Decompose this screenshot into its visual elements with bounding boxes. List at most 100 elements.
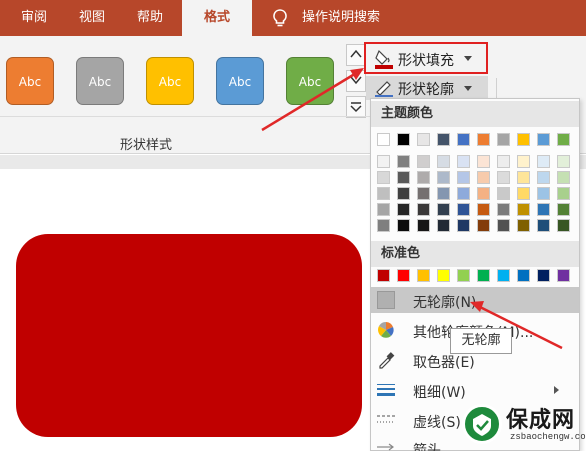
shape-style-green[interactable]: Abc bbox=[286, 57, 334, 105]
shape-style-blue[interactable]: Abc bbox=[216, 57, 264, 105]
standard-color-swatch[interactable] bbox=[377, 269, 390, 282]
gallery-scroll-up-button[interactable] bbox=[346, 44, 366, 66]
theme-shade-swatch[interactable] bbox=[397, 187, 410, 200]
theme-shade-swatch[interactable] bbox=[417, 203, 430, 216]
theme-shade-swatch[interactable] bbox=[517, 219, 530, 232]
shape-outline-button[interactable]: 形状轮廓 bbox=[366, 76, 488, 100]
theme-shade-swatch[interactable] bbox=[377, 171, 390, 184]
theme-shade-swatch[interactable] bbox=[437, 219, 450, 232]
theme-shade-swatch[interactable] bbox=[457, 187, 470, 200]
shape-style-gray[interactable]: Abc bbox=[76, 57, 124, 105]
theme-color-swatch[interactable] bbox=[417, 133, 430, 146]
standard-color-swatch[interactable] bbox=[397, 269, 410, 282]
tab-help[interactable]: 帮助 bbox=[124, 0, 176, 36]
tell-me-search[interactable]: 操作说明搜索 bbox=[302, 0, 402, 36]
theme-shade-swatch[interactable] bbox=[557, 171, 570, 184]
theme-shade-swatch[interactable] bbox=[537, 203, 550, 216]
theme-shade-swatch[interactable] bbox=[397, 203, 410, 216]
theme-shade-swatch[interactable] bbox=[497, 219, 510, 232]
theme-shade-swatch[interactable] bbox=[457, 203, 470, 216]
theme-shade-swatch[interactable] bbox=[497, 203, 510, 216]
theme-shade-swatch[interactable] bbox=[537, 155, 550, 168]
theme-color-swatch[interactable] bbox=[457, 133, 470, 146]
theme-shade-swatch[interactable] bbox=[497, 155, 510, 168]
menu-item-label: 虚线(S) bbox=[413, 415, 461, 431]
standard-color-swatch[interactable] bbox=[517, 269, 530, 282]
theme-shade-swatch[interactable] bbox=[437, 203, 450, 216]
standard-color-swatch[interactable] bbox=[537, 269, 550, 282]
rounded-rectangle-shape[interactable] bbox=[16, 234, 362, 437]
theme-shade-swatch[interactable] bbox=[457, 171, 470, 184]
menu-item-label: 取色器(E) bbox=[413, 355, 475, 371]
theme-color-swatch[interactable] bbox=[557, 133, 570, 146]
theme-shade-swatch[interactable] bbox=[477, 155, 490, 168]
theme-shade-swatch[interactable] bbox=[497, 171, 510, 184]
theme-shade-swatch[interactable] bbox=[377, 187, 390, 200]
theme-shade-swatch[interactable] bbox=[557, 155, 570, 168]
theme-shade-swatch[interactable] bbox=[417, 155, 430, 168]
theme-shade-swatch[interactable] bbox=[497, 187, 510, 200]
theme-shade-swatch[interactable] bbox=[377, 203, 390, 216]
theme-shade-swatch[interactable] bbox=[477, 203, 490, 216]
theme-shade-swatch[interactable] bbox=[417, 187, 430, 200]
theme-shade-swatch[interactable] bbox=[537, 187, 550, 200]
theme-color-swatch[interactable] bbox=[517, 133, 530, 146]
theme-shade-swatch[interactable] bbox=[397, 171, 410, 184]
standard-color-swatch[interactable] bbox=[477, 269, 490, 282]
theme-shade-swatch[interactable] bbox=[557, 187, 570, 200]
theme-shade-swatch[interactable] bbox=[477, 187, 490, 200]
shape-style-orange[interactable]: Abc bbox=[6, 57, 54, 105]
group-separator bbox=[0, 116, 370, 117]
shape-style-gold[interactable]: Abc bbox=[146, 57, 194, 105]
theme-shade-swatch[interactable] bbox=[457, 155, 470, 168]
theme-shade-swatch[interactable] bbox=[457, 219, 470, 232]
weight-lines-icon bbox=[377, 384, 395, 396]
standard-color-swatch[interactable] bbox=[437, 269, 450, 282]
theme-shade-swatch[interactable] bbox=[417, 219, 430, 232]
theme-color-swatch[interactable] bbox=[477, 133, 490, 146]
tab-view[interactable]: 视图 bbox=[66, 0, 118, 36]
theme-color-swatch[interactable] bbox=[437, 133, 450, 146]
gallery-more-button[interactable] bbox=[346, 96, 366, 118]
menu-item-label: 箭头 bbox=[413, 443, 441, 451]
chevron-up-icon bbox=[350, 49, 362, 58]
theme-shade-swatch[interactable] bbox=[557, 219, 570, 232]
lightbulb-icon[interactable] bbox=[270, 8, 290, 28]
theme-shade-swatch[interactable] bbox=[417, 171, 430, 184]
theme-color-swatch[interactable] bbox=[397, 133, 410, 146]
theme-shade-swatch[interactable] bbox=[397, 219, 410, 232]
theme-shade-swatch[interactable] bbox=[537, 219, 550, 232]
menu-item-label: 粗细(W) bbox=[413, 385, 466, 401]
tab-format[interactable]: 格式 bbox=[182, 0, 252, 36]
theme-shade-swatch[interactable] bbox=[537, 171, 550, 184]
watermark-logo-icon bbox=[462, 404, 502, 444]
theme-shade-swatch[interactable] bbox=[517, 187, 530, 200]
standard-color-swatch[interactable] bbox=[457, 269, 470, 282]
theme-shade-swatch[interactable] bbox=[377, 219, 390, 232]
theme-shade-swatch[interactable] bbox=[437, 171, 450, 184]
theme-color-swatch[interactable] bbox=[497, 133, 510, 146]
theme-shade-swatch[interactable] bbox=[437, 187, 450, 200]
theme-shade-swatch[interactable] bbox=[517, 203, 530, 216]
theme-shade-swatch[interactable] bbox=[517, 155, 530, 168]
theme-shade-swatch[interactable] bbox=[517, 171, 530, 184]
theme-shade-swatch[interactable] bbox=[477, 171, 490, 184]
theme-shade-swatch[interactable] bbox=[397, 155, 410, 168]
standard-color-swatch[interactable] bbox=[417, 269, 430, 282]
theme-shade-swatch[interactable] bbox=[477, 219, 490, 232]
theme-shade-swatch[interactable] bbox=[557, 203, 570, 216]
theme-shade-swatch[interactable] bbox=[377, 155, 390, 168]
standard-color-swatch[interactable] bbox=[557, 269, 570, 282]
tab-review[interactable]: 审阅 bbox=[8, 0, 60, 36]
standard-color-swatch[interactable] bbox=[497, 269, 510, 282]
shape-fill-button[interactable]: 形状填充 bbox=[364, 42, 488, 74]
menu-item-no-outline[interactable]: 无轮廓(N) bbox=[371, 287, 579, 313]
gallery-scroll-down-button[interactable] bbox=[346, 70, 366, 92]
chevron-down-icon bbox=[350, 76, 362, 85]
dropdown-caret-icon bbox=[464, 56, 472, 61]
theme-color-swatch[interactable] bbox=[377, 133, 390, 146]
theme-color-swatch[interactable] bbox=[537, 133, 550, 146]
theme-shade-swatch[interactable] bbox=[437, 155, 450, 168]
watermark-url: zsbaochengw.com bbox=[510, 432, 586, 442]
shape-outline-label: 形状轮廓 bbox=[398, 82, 454, 98]
